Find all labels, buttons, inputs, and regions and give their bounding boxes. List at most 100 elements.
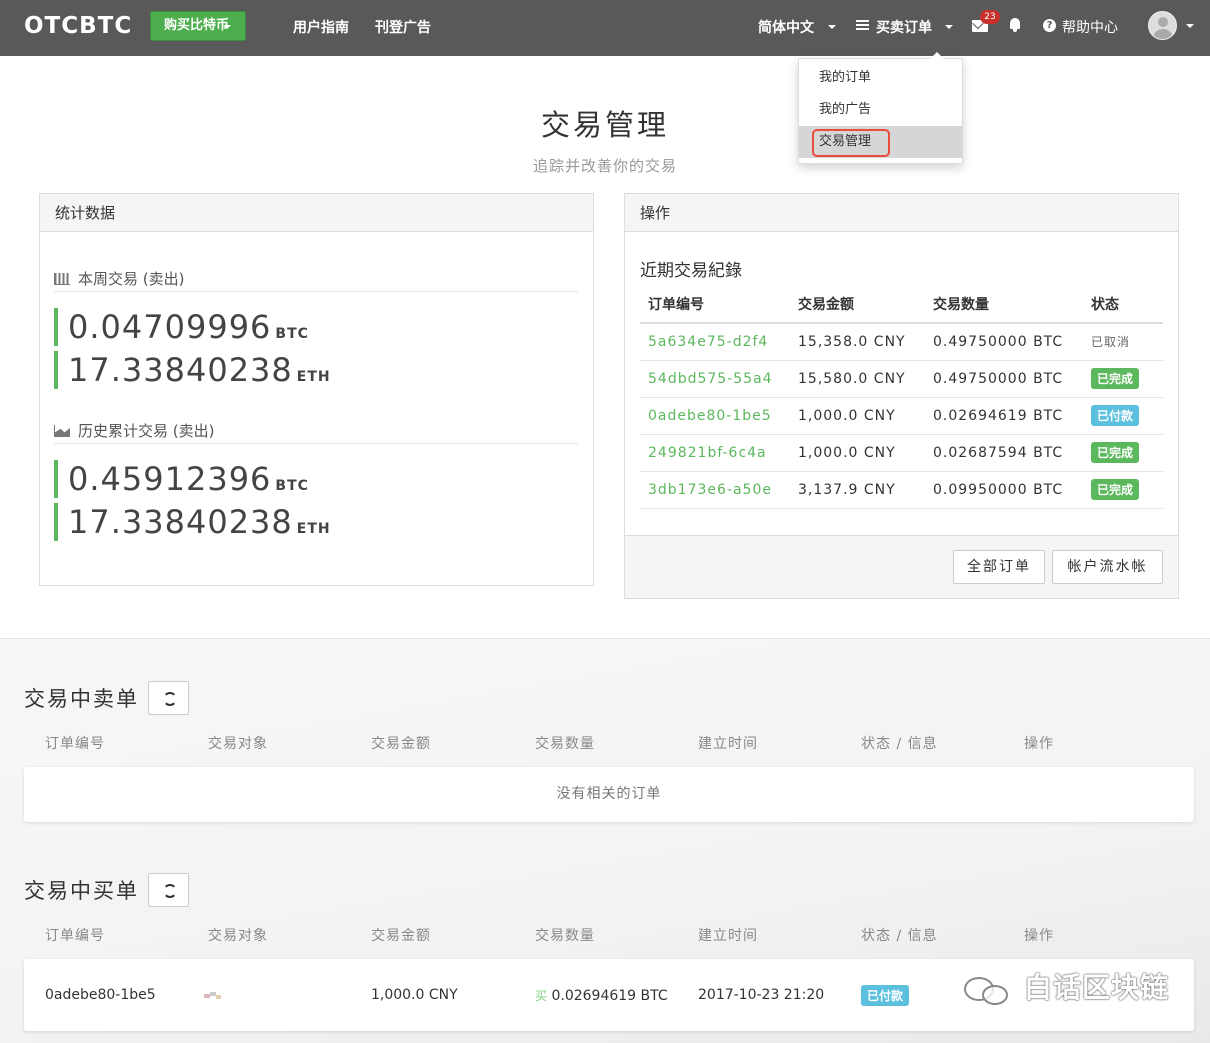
buy-col-amount: 交易金额 bbox=[371, 928, 431, 944]
highlight-box bbox=[812, 129, 890, 157]
account-flow-button[interactable]: 帐户流水帐 bbox=[1052, 550, 1163, 584]
history-trade-heading: 历史累计交易 (卖出) bbox=[54, 420, 578, 444]
recent-trades-title: 近期交易紀錄 bbox=[640, 261, 742, 281]
table-row[interactable]: 249821bf-6c4a 1,000.0 CNY 0.02687594 BTC 已完… bbox=[640, 434, 1163, 472]
status-badge: 已取消 bbox=[1091, 335, 1131, 350]
chevron-down-icon bbox=[828, 25, 836, 29]
trade-amount-cell: 15,358.0 CNY bbox=[790, 323, 925, 361]
status-badge: 已完成 bbox=[1091, 479, 1140, 500]
buy-refresh-button[interactable] bbox=[148, 873, 189, 907]
recent-trades-body: 5a634e75-d2f4 15,358.0 CNY 0.49750000 BTC 已… bbox=[640, 323, 1163, 509]
table-row[interactable]: 0adebe80-1be5 1,000.0 CNY 买 0.02694619 B… bbox=[24, 959, 1194, 1031]
operations-panel: 操作 近期交易紀錄 订单编号 交易金额 交易数量 状态 5a634e75-d2f… bbox=[624, 193, 1179, 599]
chevron-down-icon bbox=[945, 25, 953, 29]
operations-panel-title: 操作 bbox=[625, 194, 1178, 232]
status-badge: 已付款 bbox=[1091, 405, 1140, 426]
menu-item-my-orders[interactable]: 我的订单 bbox=[799, 62, 962, 94]
order-id-link[interactable]: 54dbd575-55a4 bbox=[648, 371, 773, 387]
orders-menu-label: 买卖订单 bbox=[876, 20, 932, 36]
week-btc-unit: BTC bbox=[275, 326, 309, 342]
buy-col-status: 状态 / 信息 bbox=[861, 928, 938, 944]
nav-help-center[interactable]: 帮助中心 bbox=[1062, 17, 1118, 37]
order-id-link[interactable]: 3db173e6-a50e bbox=[648, 482, 772, 498]
trade-amount-cell: 15,580.0 CNY bbox=[790, 360, 925, 398]
trade-quantity-cell: 0.09950000 BTC bbox=[925, 471, 1083, 509]
table-row[interactable]: 3db173e6-a50e 3,137.9 CNY 0.09950000 BTC 已完… bbox=[640, 471, 1163, 509]
menu-item-trade-management[interactable]: 交易管理 bbox=[799, 126, 962, 158]
order-id-link-cell: 249821bf-6c4a bbox=[640, 434, 790, 472]
status-badge: 已完成 bbox=[1091, 368, 1140, 389]
menu-item-my-ads[interactable]: 我的广告 bbox=[799, 94, 962, 126]
top-navbar: OTCBTC 购买比特币 用户指南 刊登广告 简体中文 买卖订单 23 ? 帮助… bbox=[0, 0, 1210, 56]
buy-orders-title: 交易中买单 bbox=[24, 879, 139, 903]
chevron-down-icon bbox=[1186, 24, 1194, 28]
sell-empty-state: 没有相关的订单 bbox=[24, 767, 1194, 822]
trade-quantity: 0.02687594 BTC bbox=[933, 444, 1064, 461]
site-logo[interactable]: OTCBTC bbox=[24, 13, 132, 39]
language-selector[interactable]: 简体中文 bbox=[758, 17, 836, 37]
buy-col-counterparty: 交易对象 bbox=[208, 928, 268, 944]
trade-quantity-cell: 0.49750000 BTC bbox=[925, 323, 1083, 361]
history-eth-value: 17.33840238 ETH bbox=[54, 503, 331, 541]
nav-post-ad[interactable]: 刊登广告 bbox=[375, 17, 431, 37]
sell-col-created: 建立时间 bbox=[698, 736, 758, 752]
buy-col-created: 建立时间 bbox=[698, 928, 758, 944]
sell-col-status: 状态 / 信息 bbox=[861, 736, 938, 752]
status-badge: 已付款 bbox=[861, 985, 910, 1006]
table-header-row: 订单编号 交易金额 交易数量 状态 bbox=[640, 286, 1163, 324]
area-chart-icon bbox=[54, 425, 70, 437]
order-id-link-cell: 0adebe80-1be5 bbox=[640, 397, 790, 435]
nav-user-guide[interactable]: 用户指南 bbox=[293, 17, 349, 37]
sell-col-counterparty: 交易对象 bbox=[208, 736, 268, 752]
orders-menu[interactable]: 买卖订单 bbox=[856, 17, 953, 37]
bell-icon[interactable] bbox=[1009, 18, 1021, 32]
status-badge: 已完成 bbox=[1091, 442, 1140, 463]
chevron-down-icon bbox=[223, 25, 231, 29]
order-id-link-cell: 3db173e6-a50e bbox=[640, 471, 790, 509]
trade-quantity-cell: 0.49750000 BTC bbox=[925, 360, 1083, 398]
buy-order-id[interactable]: 0adebe80-1be5 bbox=[45, 987, 156, 1003]
table-row[interactable]: 5a634e75-d2f4 15,358.0 CNY 0.49750000 BTC 已… bbox=[640, 323, 1163, 361]
buy-order-created: 2017-10-23 21:20 bbox=[698, 987, 825, 1003]
status-badge-cell: 已完成 bbox=[1083, 471, 1163, 509]
page-title: 交易管理 bbox=[540, 108, 669, 142]
operations-panel-footer: 全部订单 帐户流水帐 bbox=[625, 535, 1178, 598]
trade-amount: 1,000.0 CNY bbox=[798, 407, 896, 424]
watermark-text: 白话区块链 bbox=[1024, 971, 1170, 1004]
order-id-link[interactable]: 249821bf-6c4a bbox=[648, 445, 767, 461]
user-menu[interactable] bbox=[1148, 11, 1194, 41]
order-id-link[interactable]: 0adebe80-1be5 bbox=[648, 408, 772, 424]
table-row[interactable]: 54dbd575-55a4 15,580.0 CNY 0.49750000 BTC 已… bbox=[640, 360, 1163, 398]
trade-amount: 1,000.0 CNY bbox=[798, 444, 896, 461]
history-eth-unit: ETH bbox=[296, 521, 331, 537]
trade-amount: 3,137.9 CNY bbox=[798, 481, 896, 498]
buy-bitcoin-label: 购买比特币 bbox=[164, 18, 230, 33]
buy-col-actions: 操作 bbox=[1024, 928, 1054, 944]
table-row[interactable]: 0adebe80-1be5 1,000.0 CNY 0.02694619 BTC 已付… bbox=[640, 397, 1163, 435]
trade-amount: 15,358.0 CNY bbox=[798, 333, 906, 350]
sell-col-order-id: 订单编号 bbox=[45, 736, 105, 752]
mail-count-badge: 23 bbox=[980, 10, 1000, 24]
buy-order-status: 已付款 bbox=[861, 985, 910, 1006]
history-btc-amount: 0.45912396 bbox=[68, 460, 272, 498]
buy-order-qty-value: 0.02694619 BTC bbox=[551, 988, 668, 1004]
buy-bitcoin-button[interactable]: 购买比特币 bbox=[150, 11, 246, 41]
sell-refresh-button[interactable] bbox=[148, 681, 189, 715]
trade-amount-cell: 1,000.0 CNY bbox=[790, 434, 925, 472]
trade-amount-cell: 1,000.0 CNY bbox=[790, 397, 925, 435]
status-badge-cell: 已完成 bbox=[1083, 434, 1163, 472]
all-orders-button[interactable]: 全部订单 bbox=[953, 550, 1045, 584]
trade-quantity: 0.09950000 BTC bbox=[933, 481, 1064, 498]
list-icon bbox=[856, 20, 869, 31]
col-quantity: 交易数量 bbox=[925, 286, 1083, 324]
week-btc-amount: 0.04709996 bbox=[68, 308, 272, 346]
stats-panel: 统计数据 本周交易 (卖出) 0.04709996 BTC 17.33840238… bbox=[39, 193, 594, 586]
trade-quantity-cell: 0.02687594 BTC bbox=[925, 434, 1083, 472]
order-id-link[interactable]: 5a634e75-d2f4 bbox=[648, 334, 768, 350]
week-trade-label: 本周交易 (卖出) bbox=[78, 270, 185, 288]
page-subtitle: 追踪并改善你的交易 bbox=[532, 157, 677, 175]
help-icon: ? bbox=[1043, 19, 1056, 32]
trade-quantity: 0.02694619 BTC bbox=[933, 407, 1064, 424]
week-eth-unit: ETH bbox=[296, 369, 331, 385]
status-badge-cell: 已完成 bbox=[1083, 360, 1163, 398]
